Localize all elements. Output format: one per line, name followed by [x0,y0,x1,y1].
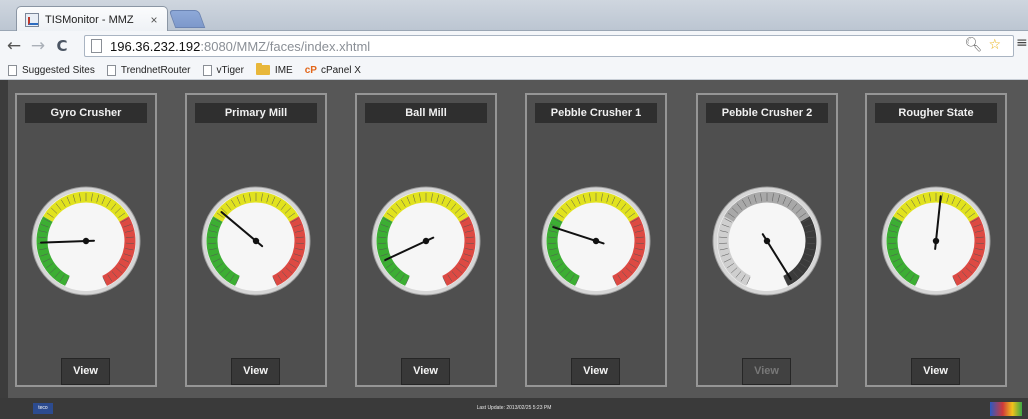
browser-tab[interactable]: TISMonitor - MMZ × [16,6,168,32]
status-gauge [712,186,822,296]
gauge-hub [592,237,600,245]
gauge-hub [252,237,260,245]
address-bar[interactable]: 196.36.232.192 :8080/MMZ/faces/index.xht… [84,35,1014,57]
status-gauge [371,186,481,296]
reload-icon[interactable]: C [52,36,72,56]
bookmark-suggested-sites[interactable]: Suggested Sites [8,64,95,76]
view-button[interactable]: View [571,358,620,385]
back-arrow-icon[interactable]: ← [4,36,24,56]
gauge-panel-ball-mill: Ball Mill View [355,93,497,387]
view-button[interactable]: View [401,358,450,385]
close-tab-icon[interactable]: × [147,13,161,27]
new-tab-button[interactable] [168,10,206,28]
view-button[interactable]: View [231,358,280,385]
status-footer: Last Update: 2013/02/25 5:23 PM teco [0,398,1028,419]
view-button[interactable]: View [61,358,110,385]
cpanel-icon: cP [304,64,317,76]
bookmark-label: cPanel X [320,64,361,76]
panel-title: Ball Mill [365,103,487,123]
bookmark-cpanel[interactable]: cP cPanel X [305,65,361,76]
panel-title: Pebble Crusher 1 [535,103,657,123]
url-host: 196.36.232.192 [110,38,201,54]
browser-toolbar: ← → C 196.36.232.192 :8080/MMZ/faces/ind… [0,31,1028,61]
panel-title: Primary Mill [195,103,317,123]
bookmark-ime[interactable]: IME [255,63,293,76]
folder-icon [255,63,270,75]
dashboard: Gyro Crusher View Primary Mill View Ball… [0,80,1028,419]
gauge-panel-primary-mill: Primary Mill View [185,93,327,387]
status-gauge [201,186,311,296]
bookmark-label: IME [274,64,293,76]
view-button: View [742,358,791,385]
tab-title: TISMonitor - MMZ [45,13,134,26]
bookmark-vtiger[interactable]: vTiger [202,64,244,76]
gauge-panel-pebble-crusher-2: Pebble Crusher 2 View [696,93,838,387]
gauge-hub [763,237,771,245]
panel-title: Gyro Crusher [25,103,147,123]
gauge-panel-gyro-crusher: Gyro Crusher View [15,93,157,387]
last-update-text: Last Update: 2013/02/25 5:23 PM [476,405,552,411]
gauge-hub [932,237,940,245]
zoom-icon[interactable]: 🔍︎ [965,37,983,53]
gauge-panel-rougher-state: Rougher State View [865,93,1007,387]
bookmark-label: vTiger [216,64,244,76]
gauge-panel-pebble-crusher-1: Pebble Crusher 1 View [525,93,667,387]
company-logo: teco [33,403,53,414]
page-icon [8,64,17,76]
status-gauge [541,186,651,296]
panel-title: Rougher State [875,103,997,123]
bookmark-trendnet-router[interactable]: TrendnetRouter [106,64,191,76]
forward-arrow-icon[interactable]: → [28,36,48,56]
url-path: :8080/MMZ/faces/index.xhtml [200,38,371,54]
status-gauge [31,186,141,296]
bookmark-star-icon[interactable]: ☆ [988,37,1001,53]
flag-logo-icon [990,402,1022,416]
status-gauge [881,186,991,296]
bookmark-label: TrendnetRouter [120,64,191,76]
tab-strip: TISMonitor - MMZ × [0,0,1028,32]
bookmark-label: Suggested Sites [22,64,95,76]
gauge-hub [422,237,430,245]
page-icon [202,64,212,76]
favicon-icon [25,12,39,27]
view-button[interactable]: View [911,358,960,385]
panel-title: Pebble Crusher 2 [706,103,828,123]
page-icon [91,39,102,53]
gauge-hub [82,237,90,245]
bookmarks-bar: Suggested Sites TrendnetRouter vTiger IM… [0,61,1028,80]
menu-icon[interactable]: ≡ [1016,35,1028,55]
page-icon [106,64,116,76]
